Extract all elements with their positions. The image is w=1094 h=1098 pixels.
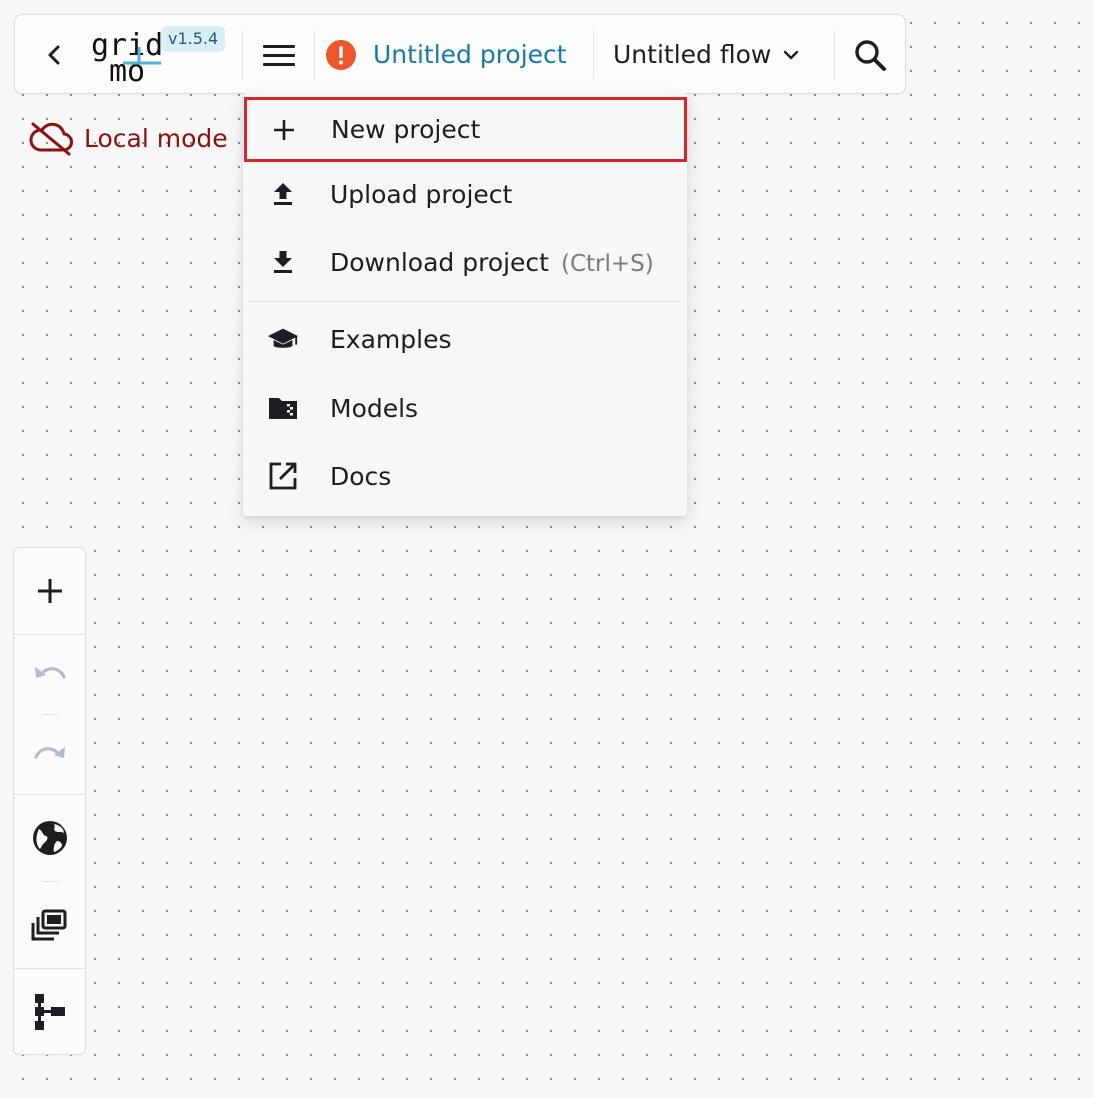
back-button[interactable]	[39, 39, 69, 71]
menu-item-upload-project[interactable]: Upload project	[243, 161, 687, 227]
separator	[42, 714, 58, 715]
search-button[interactable]	[851, 37, 889, 73]
undo-icon	[34, 667, 66, 679]
upload-icon	[267, 178, 299, 210]
flow-name: Untitled flow	[613, 40, 772, 69]
canvas-toolbar	[13, 547, 86, 1055]
separator	[593, 31, 594, 79]
menu-item-download-project[interactable]: Download project (Ctrl+S)	[243, 229, 687, 295]
folder-icon	[267, 392, 299, 424]
undo-button[interactable]	[14, 636, 85, 714]
main-menu-dropdown: New project Upload project Download proj…	[243, 93, 687, 516]
alert-circle-icon	[326, 40, 356, 70]
download-icon	[267, 246, 299, 278]
cloud-off-icon	[29, 122, 73, 156]
external-link-icon	[267, 460, 299, 492]
menu-item-label: New project	[331, 115, 481, 144]
project-warning[interactable]	[325, 39, 357, 71]
menu-item-label: Models	[330, 393, 419, 423]
separator	[14, 794, 85, 795]
keyboard-shortcut: (Ctrl+S)	[560, 250, 654, 277]
version-badge: v1.5.4	[161, 26, 226, 52]
library-icon	[31, 909, 66, 941]
chevron-down-icon	[784, 50, 799, 60]
plus-icon	[37, 579, 62, 603]
app-logo: grid mo	[89, 27, 169, 85]
menu-item-new-project[interactable]: New project	[244, 97, 687, 162]
hierarchy-button[interactable]	[14, 970, 85, 1054]
redo-icon	[33, 747, 65, 759]
separator	[314, 31, 315, 79]
local-mode-indicator: Local mode	[28, 120, 228, 156]
menu-item-label: Docs	[330, 461, 392, 491]
menu-item-text: Download project	[330, 247, 549, 277]
hamburger-menu-icon	[263, 45, 295, 66]
add-node-button[interactable]	[14, 550, 85, 632]
globe-button[interactable]	[14, 796, 85, 880]
local-mode-label: Local mode	[84, 123, 228, 153]
project-name-link[interactable]: Untitled project	[373, 35, 567, 75]
separator	[242, 31, 243, 79]
menu-item-models[interactable]: Models	[243, 375, 687, 441]
flow-selector[interactable]: Untitled flow	[613, 35, 801, 75]
chevron-left-icon	[48, 45, 60, 65]
redo-button[interactable]	[14, 716, 85, 794]
graduation-cap-icon	[267, 323, 299, 355]
plus-icon	[268, 114, 300, 146]
menu-divider	[250, 301, 679, 302]
copies-button[interactable]	[14, 883, 85, 967]
separator	[14, 634, 85, 635]
globe-icon	[32, 821, 67, 855]
hierarchy-icon	[34, 994, 65, 1030]
menu-item-label: Upload project	[330, 179, 513, 209]
menu-item-label: Examples	[330, 324, 452, 354]
separator	[834, 31, 835, 79]
top-bar: grid mo v1.5.4 Untitled project Untitled…	[14, 14, 906, 94]
menu-item-label: Download project (Ctrl+S)	[330, 248, 654, 277]
menu-item-docs[interactable]: Docs	[243, 443, 687, 509]
separator	[42, 881, 58, 882]
main-menu-button[interactable]	[261, 39, 297, 71]
separator	[14, 968, 85, 969]
search-icon	[855, 40, 886, 71]
menu-item-examples[interactable]: Examples	[243, 306, 687, 372]
